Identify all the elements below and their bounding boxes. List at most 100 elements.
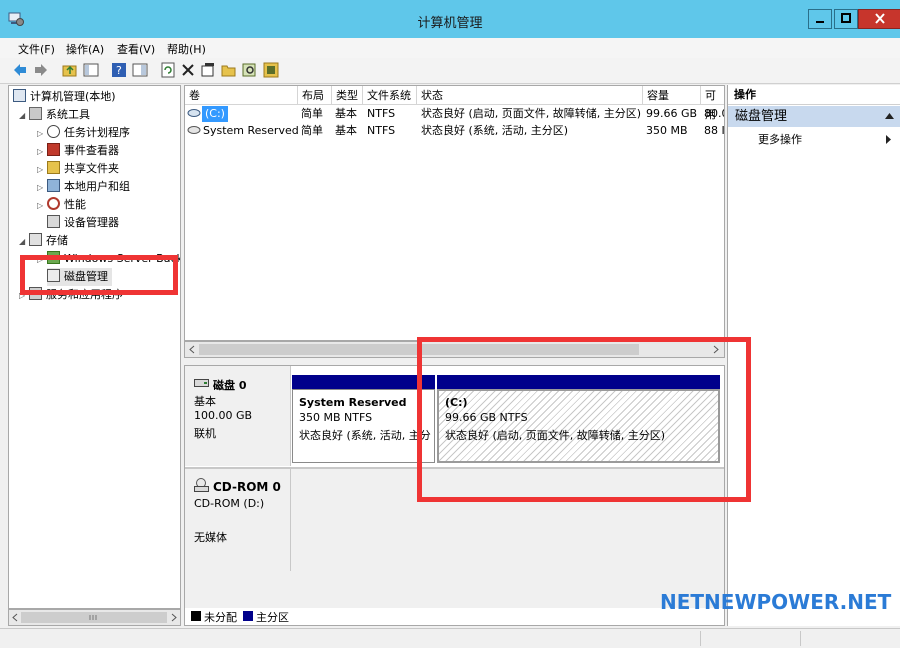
actions-section-disk-management[interactable]: 磁盘管理: [728, 106, 900, 127]
disk-0-type: 基本: [194, 395, 216, 408]
tree-horizontal-scrollbar[interactable]: [8, 609, 181, 626]
disk-0-size: 100.00 GB: [194, 409, 253, 422]
computer-management-window: 计算机管理 文件(F) 操作(A) 查看(V) 帮助(H) ? 计算机管理(本地…: [0, 0, 900, 648]
window-title: 计算机管理: [417, 16, 483, 31]
collapse-up-icon[interactable]: [885, 113, 894, 119]
highlight-box-c-partition: [417, 337, 751, 502]
maximize-button[interactable]: [834, 9, 858, 29]
help-icon[interactable]: ?: [111, 62, 127, 78]
volume-type: 基本: [335, 124, 357, 137]
volume-free: 88 I: [704, 124, 725, 137]
menu-view[interactable]: 查看(V): [117, 41, 155, 57]
disk-view-empty-area: [185, 571, 724, 608]
performance-icon: [47, 197, 60, 210]
delete-icon[interactable]: [180, 62, 196, 78]
collapsed-arrow-icon[interactable]: ▷: [37, 179, 47, 197]
column-header-capacity[interactable]: 容量: [643, 86, 701, 105]
refresh-icon[interactable]: [160, 62, 176, 78]
partition-name: System Reserved: [299, 396, 407, 409]
collapsed-arrow-icon[interactable]: ▷: [37, 161, 47, 179]
volume-capacity: 99.66 GB: [646, 107, 698, 120]
collapsed-arrow-icon[interactable]: ▷: [37, 125, 47, 143]
scroll-left-icon[interactable]: [188, 345, 196, 354]
menu-action[interactable]: 操作(A): [66, 41, 104, 57]
volume-filesystem: NTFS: [367, 107, 396, 120]
tools-icon: [29, 107, 42, 120]
properties-pane-icon[interactable]: [132, 62, 148, 78]
up-folder-icon[interactable]: [62, 62, 78, 78]
legend-unallocated: 未分配: [204, 611, 237, 624]
menu-bar: 文件(F) 操作(A) 查看(V) 帮助(H): [0, 38, 900, 58]
disk-0-name: 磁盘 0: [213, 379, 247, 392]
tree-item-performance[interactable]: ▷ 性能: [37, 196, 86, 214]
volume-status: 状态良好 (启动, 页面文件, 故障转储, 主分区): [421, 107, 641, 120]
column-header-volume[interactable]: 卷: [185, 86, 298, 105]
status-divider: [700, 631, 701, 646]
primary-partition-swatch: [243, 611, 253, 621]
partition-status: 状态良好 (系统, 活动, 主分: [299, 429, 431, 442]
title-bar[interactable]: 计算机管理: [0, 0, 900, 38]
collapsed-arrow-icon[interactable]: ▷: [37, 197, 47, 215]
show-hide-tree-icon[interactable]: [83, 62, 99, 78]
tree-item-shared-folders[interactable]: ▷ 共享文件夹: [37, 160, 119, 178]
column-header-layout[interactable]: 布局: [298, 86, 332, 105]
submenu-arrow-icon[interactable]: [886, 135, 891, 144]
legend: 未分配 主分区: [185, 607, 724, 625]
expanded-arrow-icon[interactable]: ◢: [19, 233, 29, 251]
volume-name-c[interactable]: (C:): [202, 106, 228, 122]
volume-icon: [187, 109, 201, 117]
hard-disk-icon: [194, 379, 209, 387]
clock-icon: [47, 125, 60, 138]
properties-icon[interactable]: [200, 62, 216, 78]
volume-icon: [187, 126, 201, 134]
tree-item-task-scheduler[interactable]: ▷ 任务计划程序: [37, 124, 130, 142]
storage-icon: [29, 233, 42, 246]
more-actions-item[interactable]: 更多操作: [758, 131, 802, 147]
column-header-status[interactable]: 状态: [417, 86, 643, 105]
tree-item-system-tools[interactable]: ◢ 系统工具: [19, 106, 90, 124]
forward-arrow-icon[interactable]: [33, 62, 49, 78]
scroll-right-icon[interactable]: [170, 613, 178, 622]
cdrom-0-label[interactable]: CD-ROM 0 CD-ROM (D:) 无媒体: [185, 469, 291, 571]
users-icon: [47, 179, 60, 192]
unallocated-swatch: [191, 611, 201, 621]
partition-body[interactable]: System Reserved 350 MB NTFS 状态良好 (系统, 活动…: [292, 389, 435, 463]
tree-item-event-viewer[interactable]: ▷ 事件查看器: [37, 142, 119, 160]
disk-options-icon[interactable]: [263, 62, 279, 78]
close-button[interactable]: [858, 9, 900, 29]
actions-pane: 操作 磁盘管理 更多操作: [727, 85, 900, 626]
tree-item-root[interactable]: 计算机管理(本地): [13, 88, 116, 106]
more-actions-label: 更多操作: [758, 133, 802, 146]
watermark: NETNEWPOWER.NET: [660, 590, 892, 614]
collapsed-arrow-icon[interactable]: ▷: [37, 143, 47, 161]
menu-help[interactable]: 帮助(H): [167, 41, 206, 57]
actions-header: 操作: [728, 85, 900, 105]
column-header-type[interactable]: 类型: [332, 86, 363, 105]
expanded-arrow-icon[interactable]: ◢: [19, 107, 29, 125]
column-header-filesystem[interactable]: 文件系统: [363, 86, 417, 105]
tree-item-storage[interactable]: ◢ 存储: [19, 232, 68, 250]
volume-list: 卷 布局 类型 文件系统 状态 容量 可用 (C:) 简单 基本 NTFS 状态…: [184, 85, 725, 341]
volume-name-system-reserved[interactable]: System Reserved: [203, 123, 299, 139]
status-bar: [0, 628, 900, 648]
open-folder-icon[interactable]: [221, 62, 237, 78]
minimize-icon: [809, 10, 831, 28]
tree-scroll-thumb[interactable]: [21, 612, 167, 623]
minimize-button[interactable]: [808, 9, 832, 29]
column-header-free[interactable]: 可用: [701, 86, 724, 121]
shared-folder-icon: [47, 161, 60, 174]
menu-file[interactable]: 文件(F): [18, 41, 55, 57]
scroll-left-icon[interactable]: [11, 613, 19, 622]
maximize-icon: [835, 10, 857, 28]
volume-type: 基本: [335, 107, 357, 120]
status-divider: [800, 631, 801, 646]
tree-item-local-users[interactable]: ▷ 本地用户和组: [37, 178, 130, 196]
back-arrow-icon[interactable]: [12, 62, 28, 78]
device-manager-icon: [47, 215, 60, 228]
close-icon: [859, 10, 900, 28]
tree-item-device-manager[interactable]: 设备管理器: [47, 214, 119, 232]
svg-text:?: ?: [116, 64, 122, 77]
search-icon[interactable]: [242, 62, 258, 78]
cdrom-0-drive: CD-ROM (D:): [194, 497, 265, 510]
disk-0-label[interactable]: 磁盘 0 基本 100.00 GB 联机: [185, 366, 291, 466]
